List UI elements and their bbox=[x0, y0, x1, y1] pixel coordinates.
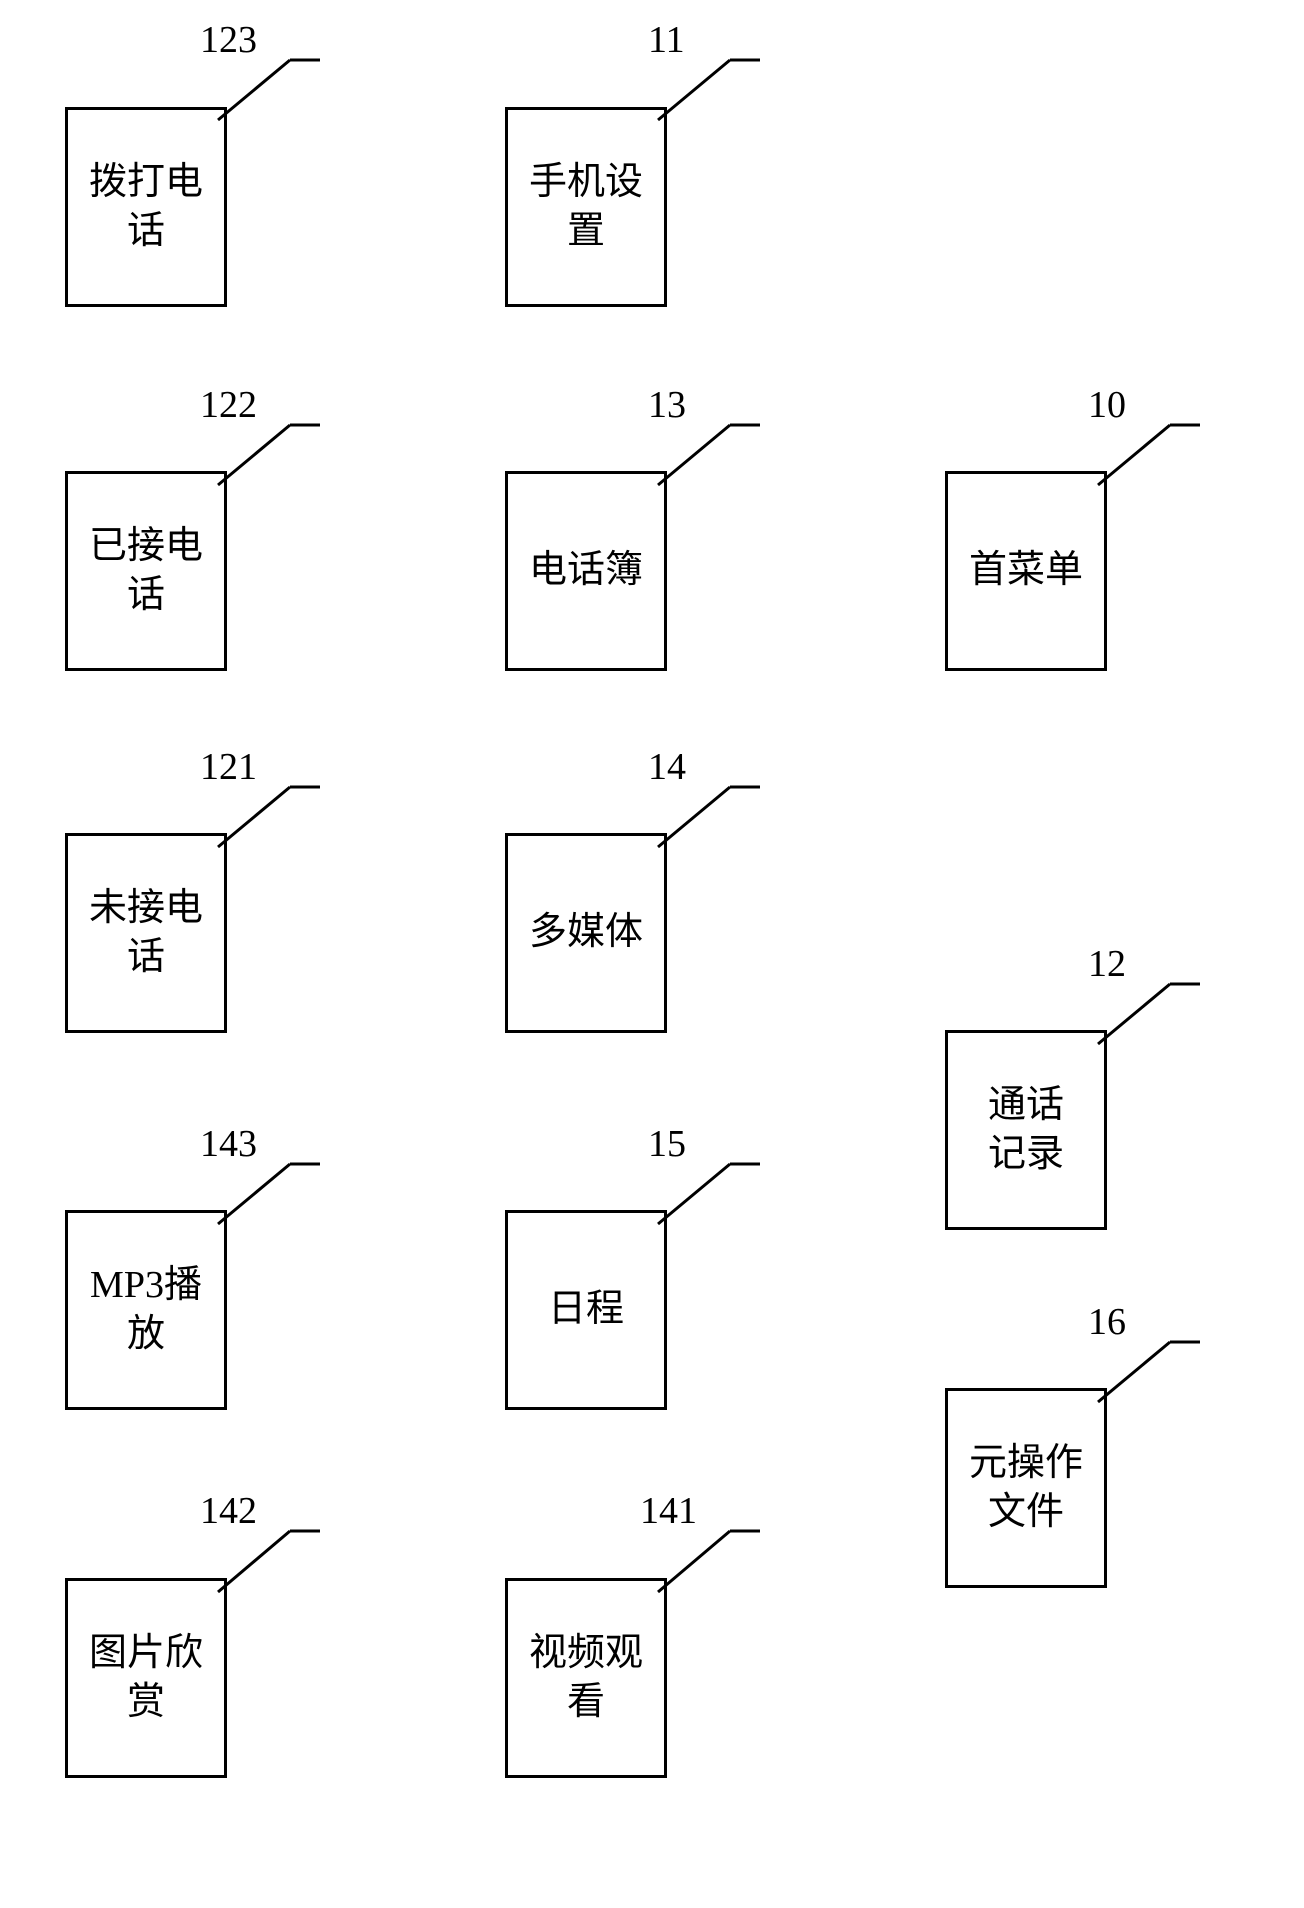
box-schedule: 日程 bbox=[505, 1210, 667, 1410]
ref-label-123: 123 bbox=[200, 18, 257, 62]
box-missed-calls: 未接电话 bbox=[65, 833, 227, 1033]
box-label: 通话记录 bbox=[988, 1081, 1064, 1180]
box-label: 电话簿 bbox=[529, 546, 643, 595]
ref-label-121: 121 bbox=[200, 745, 257, 789]
box-label: 拨打电话 bbox=[89, 158, 203, 257]
ref-label-15: 15 bbox=[648, 1122, 686, 1166]
box-label: 手机设置 bbox=[529, 158, 643, 257]
ref-label-16: 16 bbox=[1088, 1300, 1126, 1344]
ref-label-10: 10 bbox=[1088, 383, 1126, 427]
box-label: MP3播放 bbox=[90, 1261, 202, 1360]
box-call-log: 通话记录 bbox=[945, 1030, 1107, 1230]
box-label: 多媒体 bbox=[529, 908, 643, 957]
box-picture-appreciate: 图片欣赏 bbox=[65, 1578, 227, 1778]
ref-label-142: 142 bbox=[200, 1489, 257, 1533]
box-label: 图片欣赏 bbox=[89, 1629, 203, 1728]
box-received-calls: 已接电话 bbox=[65, 471, 227, 671]
box-label: 元操作文件 bbox=[969, 1439, 1083, 1538]
ref-label-122: 122 bbox=[200, 383, 257, 427]
ref-label-14: 14 bbox=[648, 745, 686, 789]
box-meta-operation-file: 元操作文件 bbox=[945, 1388, 1107, 1588]
box-video-watch: 视频观看 bbox=[505, 1578, 667, 1778]
box-label: 未接电话 bbox=[89, 884, 203, 983]
box-mp3-play: MP3播放 bbox=[65, 1210, 227, 1410]
box-label: 首菜单 bbox=[969, 546, 1083, 595]
box-label: 视频观看 bbox=[529, 1629, 643, 1728]
box-main-menu: 首菜单 bbox=[945, 471, 1107, 671]
box-label: 日程 bbox=[548, 1285, 624, 1334]
ref-label-11: 11 bbox=[648, 18, 685, 62]
box-dial-phone: 拨打电话 bbox=[65, 107, 227, 307]
ref-label-13: 13 bbox=[648, 383, 686, 427]
ref-label-141: 141 bbox=[640, 1489, 697, 1533]
box-phone-settings: 手机设置 bbox=[505, 107, 667, 307]
box-phonebook: 电话簿 bbox=[505, 471, 667, 671]
ref-label-12: 12 bbox=[1088, 942, 1126, 986]
box-label: 已接电话 bbox=[89, 522, 203, 621]
box-multimedia: 多媒体 bbox=[505, 833, 667, 1033]
ref-label-143: 143 bbox=[200, 1122, 257, 1166]
